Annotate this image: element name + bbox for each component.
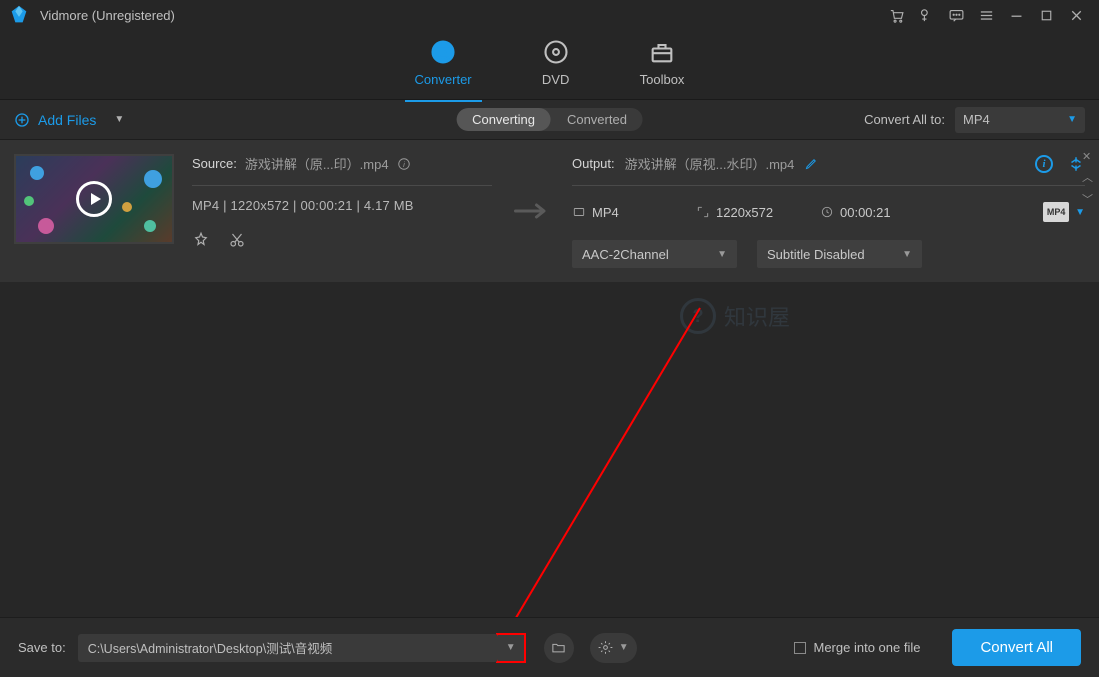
save-path-dropdown[interactable]: ▼ xyxy=(496,633,526,663)
save-path-field[interactable]: C:\Users\Administrator\Desktop\测试\音视频 xyxy=(78,634,498,662)
maximize-icon[interactable] xyxy=(1031,0,1061,30)
pill-converting[interactable]: Converting xyxy=(456,108,551,131)
tab-label: Converter xyxy=(415,72,472,87)
out-duration-chip: 00:00:21 xyxy=(820,205,930,220)
chevron-down-icon: ▼ xyxy=(1075,207,1085,218)
add-files-dropdown-icon[interactable]: ▼ xyxy=(114,114,124,125)
format-select-value: MP4 xyxy=(963,112,990,127)
watermark: ? 知识屋 xyxy=(680,298,790,334)
add-files-label: Add Files xyxy=(38,112,96,128)
tab-dvd[interactable]: DVD xyxy=(542,38,570,91)
titlebar: Vidmore (Unregistered) xyxy=(0,0,1099,30)
item-side-controls: ✕ ︿ ﹀ xyxy=(1082,150,1093,207)
dvd-icon xyxy=(542,38,570,66)
pill-converted[interactable]: Converted xyxy=(551,108,643,131)
app-title: Vidmore (Unregistered) xyxy=(40,8,175,23)
tab-label: DVD xyxy=(542,72,569,87)
add-files-button[interactable]: Add Files ▼ xyxy=(14,112,124,128)
convert-all-button[interactable]: Convert All xyxy=(952,629,1081,666)
divider xyxy=(192,185,492,186)
merge-checkbox-group: Merge into one file xyxy=(794,640,921,655)
saveto-label: Save to: xyxy=(18,640,66,655)
source-label: Source: xyxy=(192,156,237,171)
audio-track-select[interactable]: AAC-2Channel ▼ xyxy=(572,240,737,268)
output-column: Output: 游戏讲解（原视...水印）.mp4 i MP4 1220x572 xyxy=(572,154,1085,268)
format-box-label: MP4 xyxy=(1043,202,1069,222)
chevron-down-icon: ▼ xyxy=(902,249,912,260)
chevron-down-icon: ▼ xyxy=(619,642,629,653)
merge-label: Merge into one file xyxy=(814,640,921,655)
source-column: Source: 游戏讲解（原...印）.mp4 i MP4 | 1220x572… xyxy=(192,154,492,268)
out-format-chip: MP4 xyxy=(572,205,682,220)
toolbox-icon xyxy=(648,38,676,66)
minimize-icon[interactable] xyxy=(1001,0,1031,30)
output-filename: 游戏讲解（原视...水印）.mp4 xyxy=(625,154,795,173)
tab-toolbox[interactable]: Toolbox xyxy=(640,38,685,91)
arrow-icon xyxy=(510,154,554,268)
app-logo-icon xyxy=(8,4,30,26)
edit-icon[interactable] xyxy=(804,156,819,171)
main-tabs: Converter DVD Toolbox xyxy=(0,30,1099,100)
video-thumbnail[interactable] xyxy=(14,154,174,244)
play-icon xyxy=(76,181,112,217)
feedback-icon[interactable] xyxy=(941,0,971,30)
move-up-icon[interactable]: ︿ xyxy=(1082,169,1093,185)
svg-text:i: i xyxy=(403,159,405,168)
media-info-icon[interactable]: i xyxy=(1035,155,1053,173)
remove-item-icon[interactable]: ✕ xyxy=(1082,150,1093,163)
output-format-button[interactable]: MP4 ▼ xyxy=(1043,202,1085,222)
settings-button[interactable]: ▼ xyxy=(590,633,637,663)
info-icon[interactable]: i xyxy=(397,157,411,171)
converter-icon xyxy=(429,38,457,66)
source-filename: 游戏讲解（原...印）.mp4 xyxy=(245,154,389,173)
output-label: Output: xyxy=(572,156,615,171)
convert-all-format-select[interactable]: MP4 ▼ xyxy=(955,107,1085,133)
save-path-value: C:\Users\Administrator\Desktop\测试\音视频 xyxy=(88,638,333,657)
move-down-icon[interactable]: ﹀ xyxy=(1082,191,1093,207)
annotation-arrow xyxy=(490,300,730,660)
star-effects-icon[interactable] xyxy=(192,231,210,249)
open-folder-button[interactable] xyxy=(544,633,574,663)
file-item: Source: 游戏讲解（原...印）.mp4 i MP4 | 1220x572… xyxy=(0,140,1099,282)
menu-icon[interactable] xyxy=(971,0,1001,30)
key-icon[interactable] xyxy=(911,0,941,30)
chevron-down-icon: ▼ xyxy=(717,249,727,260)
status-pill-group: Converting Converted xyxy=(456,108,643,131)
cut-icon[interactable] xyxy=(228,231,246,249)
subtitle-select[interactable]: Subtitle Disabled ▼ xyxy=(757,240,922,268)
convert-all-to-label: Convert All to: xyxy=(864,112,945,127)
tab-converter[interactable]: Converter xyxy=(415,38,472,91)
divider xyxy=(572,185,1085,186)
cart-icon[interactable] xyxy=(881,0,911,30)
close-icon[interactable] xyxy=(1061,0,1091,30)
bottombar: Save to: C:\Users\Administrator\Desktop\… xyxy=(0,617,1099,677)
out-resolution-chip: 1220x572 xyxy=(696,205,806,220)
chevron-down-icon: ▼ xyxy=(1067,114,1077,125)
subbar: Add Files ▼ Converting Converted Convert… xyxy=(0,100,1099,140)
source-meta: MP4 | 1220x572 | 00:00:21 | 4.17 MB xyxy=(192,198,492,213)
merge-checkbox[interactable] xyxy=(794,642,806,654)
tab-label: Toolbox xyxy=(640,72,685,87)
